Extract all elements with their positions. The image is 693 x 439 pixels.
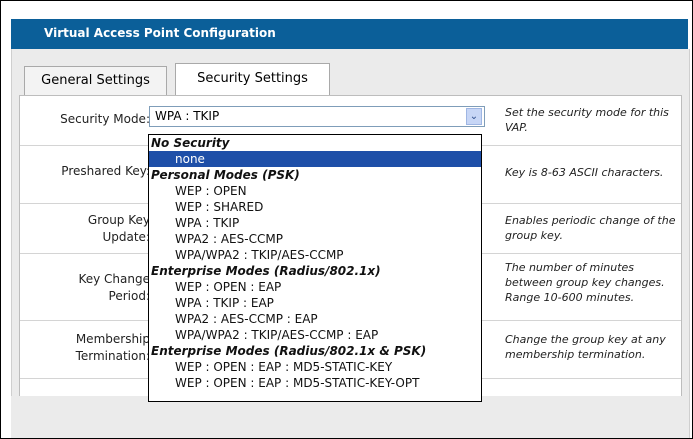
- dropdown-option[interactable]: WPA : TKIP : EAP: [149, 295, 481, 311]
- title-bar: Virtual Access Point Configuration: [11, 19, 688, 50]
- group-key-label-2: Update:: [102, 230, 150, 244]
- dropdown-group-header: Enterprise Modes (Radius/802.1x): [151, 264, 381, 278]
- membership-help: Change the group key at any membership t…: [505, 333, 666, 361]
- preshared-key-help: Key is 8-63 ASCII characters.: [505, 166, 664, 179]
- security-mode-label: Security Mode:: [60, 112, 150, 126]
- dropdown-option[interactable]: WPA2 : AES-CCMP: [149, 231, 481, 247]
- group-key-help: Enables periodic change of the group key…: [505, 214, 676, 242]
- dropdown-option[interactable]: WPA/WPA2 : TKIP/AES-CCMP: [149, 247, 481, 263]
- dropdown-option[interactable]: WEP : OPEN: [149, 183, 481, 199]
- membership-label-2: Termination:: [75, 349, 150, 363]
- dropdown-option[interactable]: WEP : OPEN : EAP : MD5-STATIC-KEY-OPT: [149, 375, 481, 391]
- security-mode-help: Set the security mode for this VAP.: [505, 106, 669, 134]
- dropdown-option[interactable]: WPA2 : AES-CCMP : EAP: [149, 311, 481, 327]
- dropdown-option[interactable]: WEP : SHARED: [149, 199, 481, 215]
- dropdown-option[interactable]: WPA : TKIP: [149, 215, 481, 231]
- dropdown-option[interactable]: WEP : OPEN : EAP : MD5-STATIC-KEY: [149, 359, 481, 375]
- membership-label-1: Membership: [75, 332, 150, 346]
- tab-general-settings[interactable]: General Settings: [24, 66, 167, 95]
- preshared-key-label: Preshared Key:: [61, 164, 150, 178]
- panel-footer: [11, 396, 688, 438]
- security-mode-select[interactable]: WPA : TKIP ⌄: [149, 106, 485, 127]
- security-mode-dropdown: No Security none Personal Modes (PSK) WE…: [148, 134, 482, 402]
- chevron-down-icon[interactable]: ⌄: [466, 108, 482, 125]
- dropdown-option[interactable]: WEP : OPEN : EAP: [149, 279, 481, 295]
- key-change-label-2: Period:: [108, 289, 150, 303]
- dropdown-option[interactable]: none: [149, 151, 481, 167]
- security-mode-value: WPA : TKIP: [155, 109, 220, 123]
- dropdown-group-header: Enterprise Modes (Radius/802.1x & PSK): [151, 344, 427, 358]
- dropdown-option[interactable]: WPA/WPA2 : TKIP/AES-CCMP : EAP: [149, 327, 481, 343]
- key-change-label-1: Key Change: [78, 272, 150, 286]
- group-key-label-1: Group Key: [87, 213, 150, 227]
- key-change-help: The number of minutes between group key …: [505, 261, 665, 304]
- tab-security-settings[interactable]: Security Settings: [175, 63, 330, 96]
- dropdown-group-header: Personal Modes (PSK): [151, 168, 300, 182]
- window-title: Virtual Access Point Configuration: [44, 26, 276, 40]
- dropdown-group-header: No Security: [151, 136, 230, 150]
